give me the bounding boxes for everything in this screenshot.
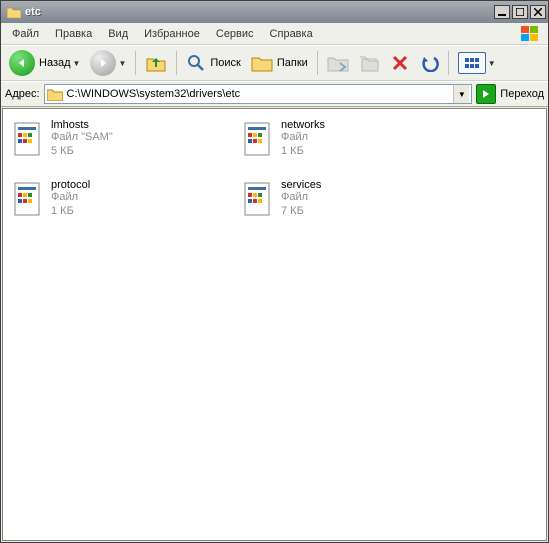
folder-icon: [6, 4, 22, 20]
file-size: 1 КБ: [51, 205, 90, 219]
menu-favorites[interactable]: Избранное: [136, 25, 208, 43]
file-item[interactable]: protocol Файл 1 КБ: [9, 177, 239, 237]
search-icon: [186, 53, 206, 73]
search-button[interactable]: Поиск: [182, 49, 244, 77]
search-label: Поиск: [210, 57, 240, 69]
menu-edit[interactable]: Правка: [47, 25, 100, 43]
file-name: networks: [281, 119, 325, 131]
windows-flag-icon: [515, 23, 545, 45]
copy-to-icon: [359, 54, 381, 72]
chevron-down-icon: ▼: [73, 59, 81, 68]
address-path: C:\WINDOWS\system32\drivers\etc: [67, 88, 454, 100]
file-type: Файл: [51, 191, 90, 205]
file-size: 5 КБ: [51, 145, 113, 159]
file-name: protocol: [51, 179, 90, 191]
menu-help[interactable]: Справка: [262, 25, 321, 43]
up-button[interactable]: [141, 49, 171, 77]
file-item[interactable]: networks Файл 1 КБ: [239, 117, 469, 177]
file-size: 7 КБ: [281, 205, 321, 219]
file-info: lmhosts Файл "SAM" 5 КБ: [51, 119, 113, 159]
menubar: Файл Правка Вид Избранное Сервис Справка: [1, 23, 548, 45]
file-size: 1 КБ: [281, 145, 325, 159]
file-item[interactable]: services Файл 7 КБ: [239, 177, 469, 237]
menu-file[interactable]: Файл: [4, 25, 47, 43]
chevron-down-icon: ▼: [488, 59, 496, 68]
maximize-button[interactable]: [512, 5, 528, 19]
forward-icon: [90, 50, 116, 76]
address-label: Адрес:: [5, 88, 40, 100]
folder-up-icon: [145, 53, 167, 73]
folders-icon: [251, 54, 273, 72]
separator: [448, 51, 449, 75]
address-dropdown[interactable]: ▼: [453, 85, 469, 103]
file-name: lmhosts: [51, 119, 113, 131]
file-list: lmhosts Файл "SAM" 5 КБ networks Файл 1 …: [2, 108, 547, 541]
back-button[interactable]: Назад ▼: [5, 49, 84, 77]
close-button[interactable]: [530, 5, 546, 19]
move-to-button[interactable]: [323, 49, 353, 77]
menu-tools[interactable]: Сервис: [208, 25, 262, 43]
address-field[interactable]: C:\WINDOWS\system32\drivers\etc ▼: [44, 84, 473, 104]
go-button[interactable]: [476, 84, 496, 104]
folder-icon: [47, 88, 63, 101]
window-title: etc: [25, 6, 492, 18]
folders-button[interactable]: Папки: [247, 49, 312, 77]
chevron-down-icon: ▼: [118, 59, 126, 68]
copy-to-button[interactable]: [355, 49, 385, 77]
file-name: services: [281, 179, 321, 191]
file-type: Файл "SAM": [51, 131, 113, 145]
separator: [135, 51, 136, 75]
forward-button[interactable]: ▼: [86, 49, 130, 77]
file-item[interactable]: lmhosts Файл "SAM" 5 КБ: [9, 117, 239, 177]
explorer-window: etc Файл Правка Вид Избранное Сервис Спр…: [0, 0, 549, 543]
separator: [317, 51, 318, 75]
toolbar: Назад ▼ ▼ Поиск Папки: [1, 45, 548, 81]
separator: [176, 51, 177, 75]
file-type: Файл: [281, 191, 321, 205]
undo-icon: [419, 54, 439, 72]
minimize-button[interactable]: [494, 5, 510, 19]
file-info: networks Файл 1 КБ: [281, 119, 325, 159]
back-icon: [9, 50, 35, 76]
file-icon: [241, 121, 275, 161]
delete-button[interactable]: [387, 49, 413, 77]
file-icon: [241, 181, 275, 221]
back-label: Назад: [39, 57, 71, 69]
menu-view[interactable]: Вид: [100, 25, 136, 43]
views-button[interactable]: ▼: [454, 49, 500, 77]
views-icon: [458, 52, 486, 74]
move-to-icon: [327, 54, 349, 72]
file-icon: [11, 121, 45, 161]
go-label: Переход: [500, 88, 544, 100]
address-bar: Адрес: C:\WINDOWS\system32\drivers\etc ▼…: [1, 81, 548, 107]
file-type: Файл: [281, 131, 325, 145]
file-info: protocol Файл 1 КБ: [51, 179, 90, 219]
titlebar: etc: [1, 1, 548, 23]
undo-button[interactable]: [415, 49, 443, 77]
folders-label: Папки: [277, 57, 308, 69]
delete-icon: [391, 54, 409, 72]
file-icon: [11, 181, 45, 221]
file-info: services Файл 7 КБ: [281, 179, 321, 219]
